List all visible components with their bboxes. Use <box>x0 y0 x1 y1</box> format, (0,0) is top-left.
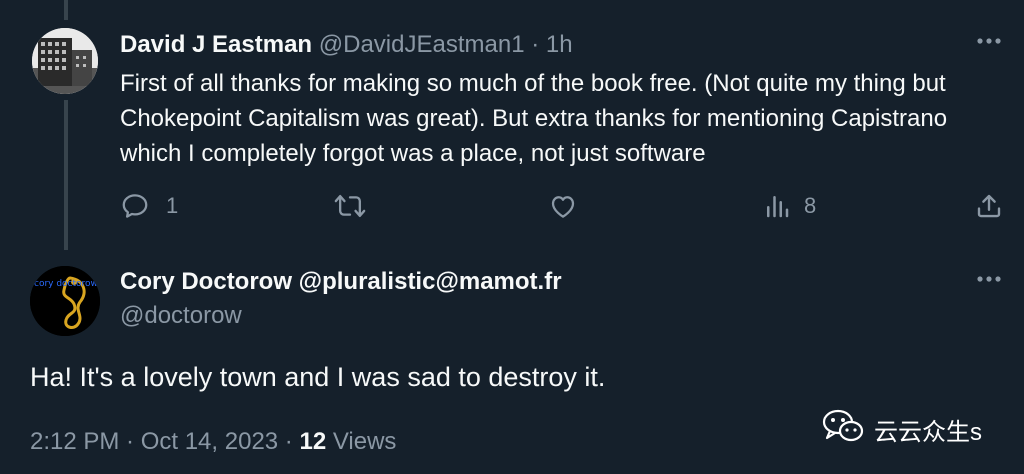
avatar[interactable]: cory doctorow <box>30 266 100 336</box>
share-button[interactable] <box>974 190 1004 222</box>
avatar-text: cory doctorow <box>34 279 98 289</box>
views-count: 8 <box>804 193 817 218</box>
reply-author-handle[interactable]: @doctorow <box>120 302 242 329</box>
thread-line <box>64 100 68 250</box>
share-icon <box>974 191 1004 221</box>
reply-author-name[interactable]: Cory Doctorow @pluralistic@mamot.fr <box>120 268 562 295</box>
reply-button[interactable]: 1 <box>120 190 178 222</box>
thread-line <box>64 0 68 20</box>
reply-header: Cory Doctorow @pluralistic@mamot.fr <box>120 267 562 297</box>
watermark-text: 云云众生s <box>874 419 982 446</box>
like-icon <box>548 191 578 221</box>
reply-text: Ha! It's a lovely town and I was sad to … <box>30 362 606 392</box>
author-handle[interactable]: @DavidJEastman1 <box>319 31 525 58</box>
reply-handle-row: @doctorow <box>120 301 242 331</box>
tweet-time[interactable]: · 1h <box>531 31 572 58</box>
wechat-icon <box>822 408 874 451</box>
watermark: 云云众生s <box>822 408 982 451</box>
author-name[interactable]: David J Eastman <box>120 31 312 58</box>
reply-meta: 2:12 PM · Oct 14, 2023 · 12 Views <box>30 428 396 456</box>
views-button[interactable]: 8 <box>762 190 816 222</box>
more-icon[interactable] <box>976 28 1002 61</box>
tweet-text: First of all thanks for making so much o… <box>120 70 948 167</box>
reply-timestamp[interactable]: 2:12 PM · Oct 14, 2023 · <box>30 428 299 455</box>
views-icon <box>762 191 792 221</box>
reply-views-label: Views <box>326 428 397 455</box>
avatar[interactable] <box>32 28 98 94</box>
reply-icon <box>120 191 150 221</box>
more-icon[interactable] <box>976 266 1002 299</box>
retweet-icon <box>334 191 366 221</box>
reply-count: 1 <box>166 193 179 218</box>
tweet-header: David J Eastman @DavidJEastman1 · 1h <box>120 30 573 60</box>
reply-views-count: 12 <box>299 428 327 455</box>
retweet-button[interactable] <box>334 190 366 222</box>
like-button[interactable] <box>548 190 578 222</box>
